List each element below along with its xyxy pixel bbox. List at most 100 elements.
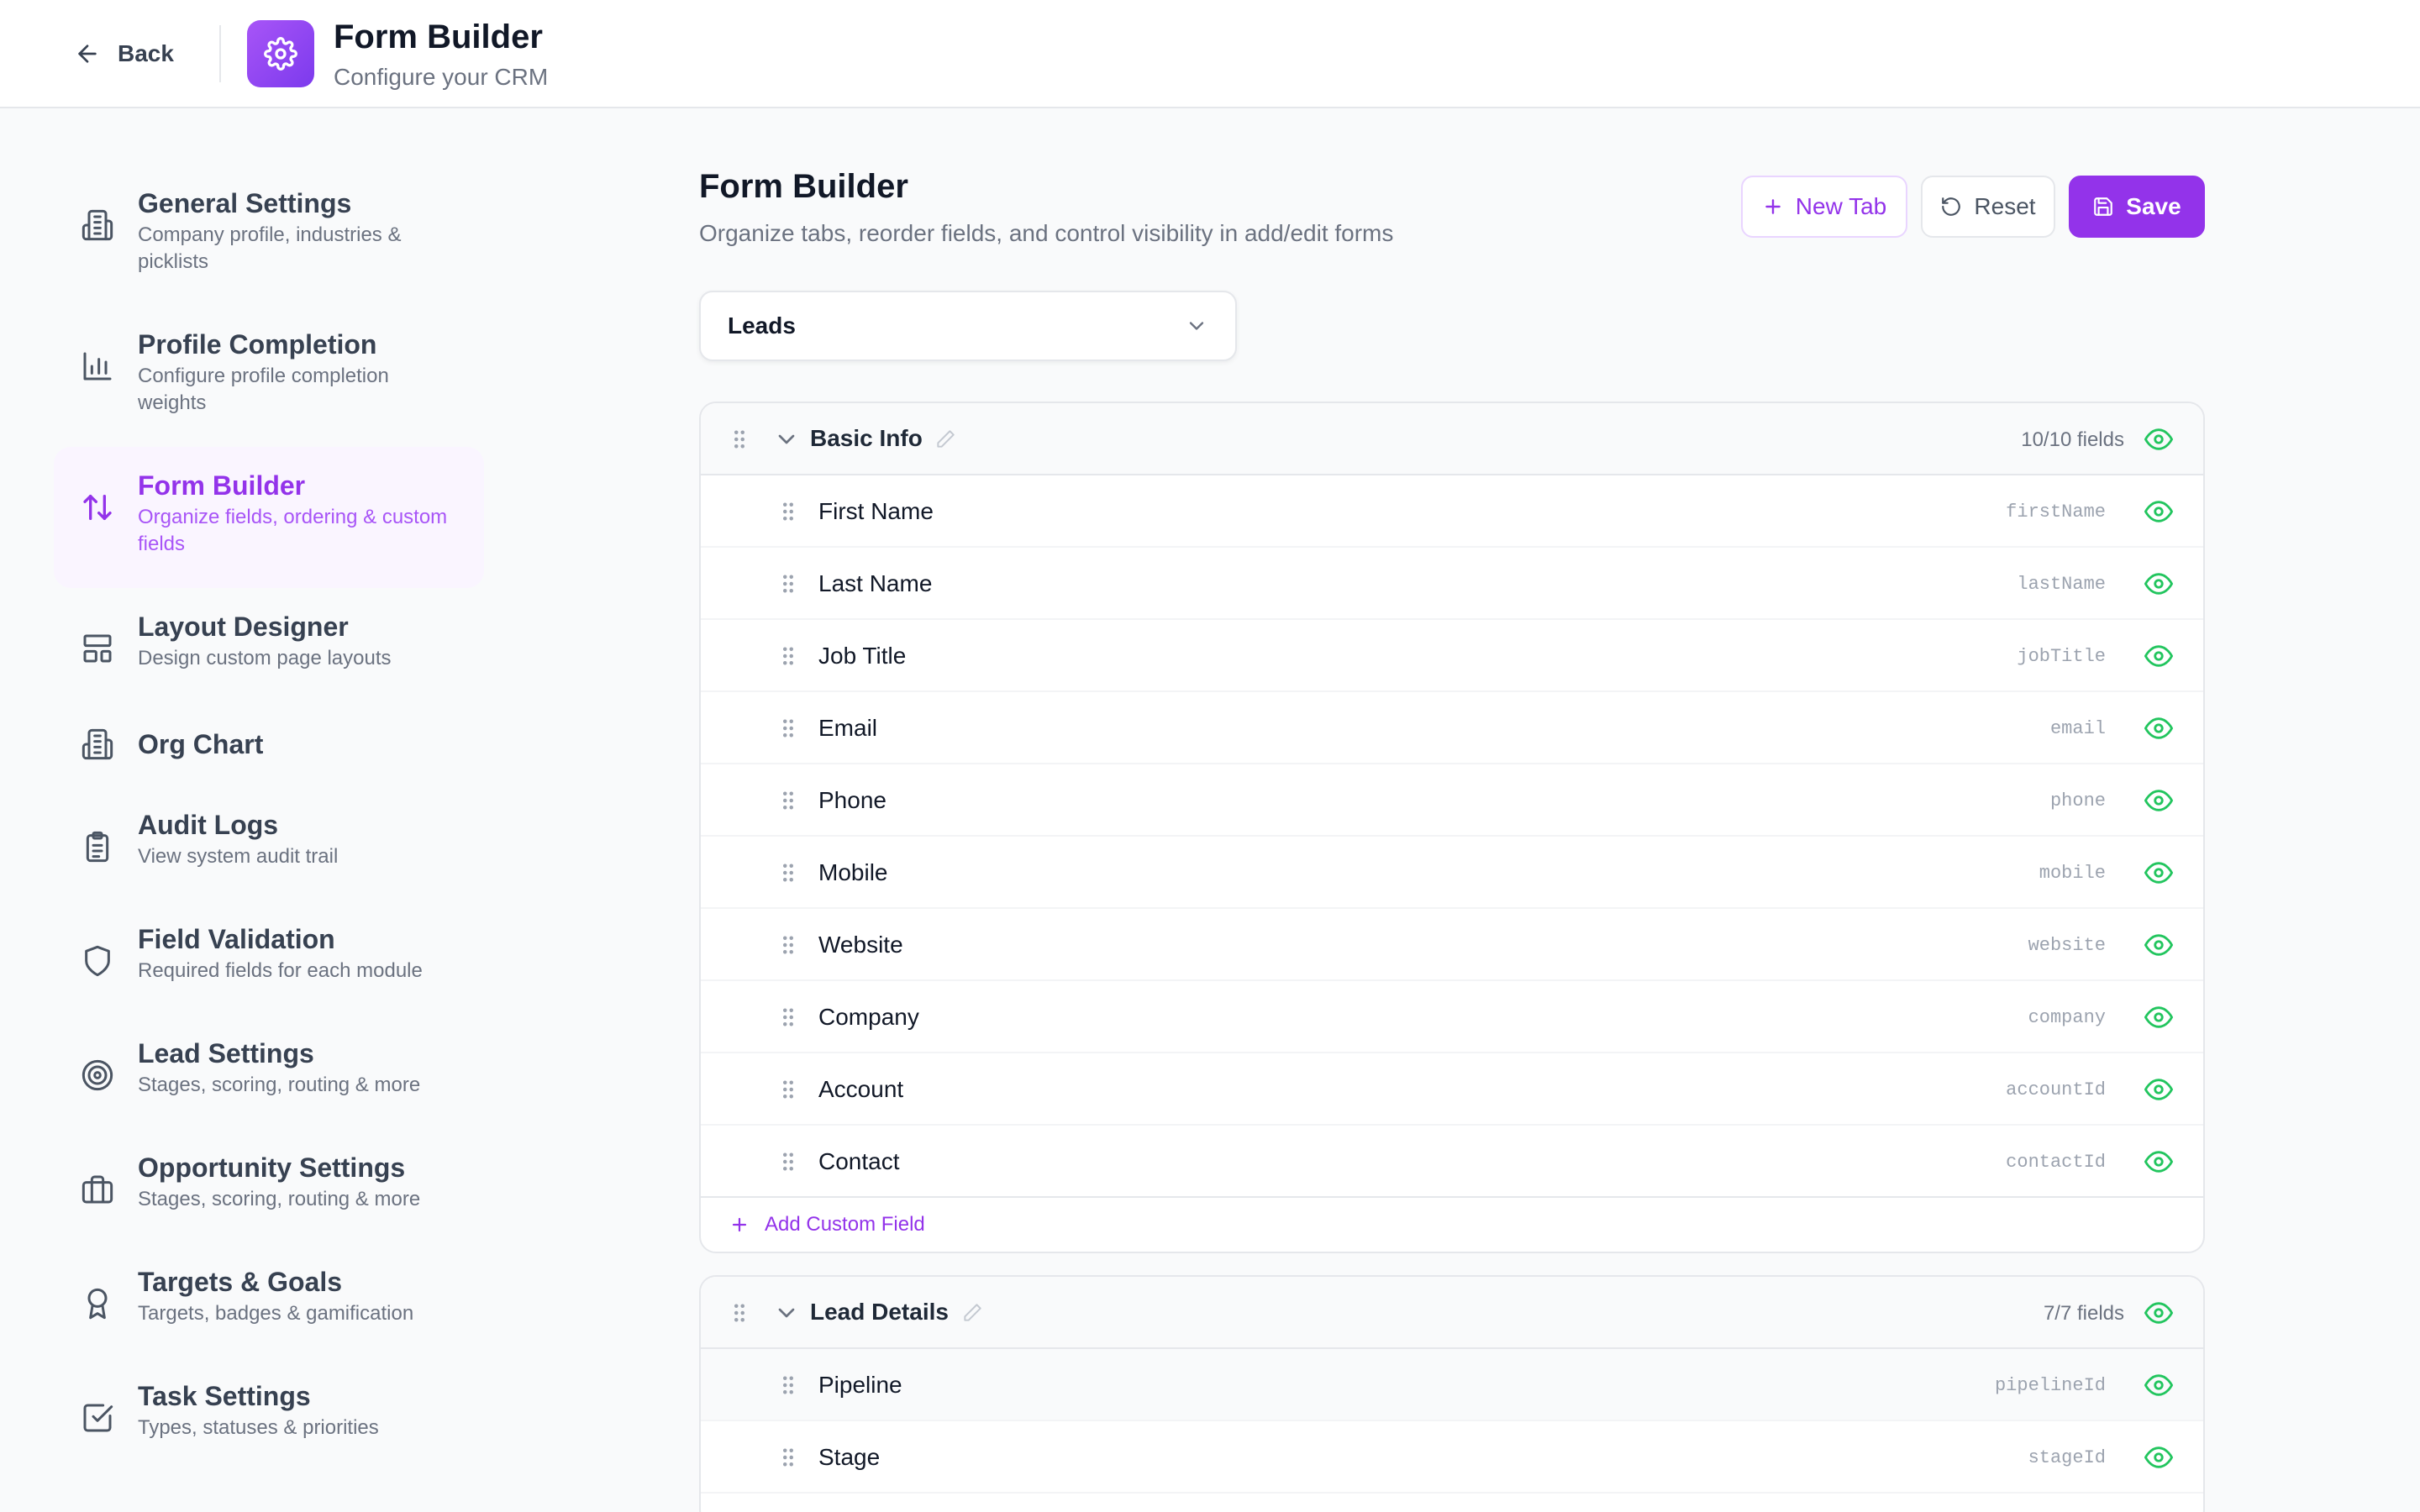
eye-icon[interactable] — [2144, 1075, 2173, 1104]
field-key: phone — [2049, 790, 2106, 811]
save-button[interactable]: Save — [2069, 176, 2205, 238]
app-title: Form Builder — [334, 18, 543, 55]
sidebar-item-lead-settings[interactable]: Lead Settings Stages, scoring, routing &… — [54, 1015, 484, 1129]
drag-handle-icon[interactable] — [781, 790, 795, 811]
building-icon — [82, 728, 113, 760]
check-square-icon — [83, 1404, 113, 1432]
sidebar-item-org-chart[interactable]: Org Chart — [54, 702, 484, 786]
save-icon — [2094, 197, 2113, 216]
rotate-ccw-icon — [1942, 197, 1961, 216]
sidebar-item-desc: Stages, scoring, routing & more — [138, 1188, 421, 1210]
eye-icon[interactable] — [2144, 1147, 2173, 1176]
field-count: 7/7 fields — [2043, 1302, 2124, 1325]
field-label: Pipeline — [818, 1372, 902, 1398]
drag-handle-icon[interactable] — [781, 1079, 795, 1100]
sidebar-item-profile-completion[interactable]: Profile Completion Configure profile com… — [54, 306, 484, 447]
form-section-basic-info: Basic Info 10/10 fields First Name first… — [699, 402, 2205, 1253]
field-key: accountId — [2006, 1079, 2106, 1100]
sidebar-item-layout-designer[interactable]: Layout Designer Design custom page layou… — [54, 588, 484, 702]
drag-handle-icon[interactable] — [781, 718, 795, 738]
sidebar-item-title: Profile Completion — [138, 329, 377, 360]
field-row-job-title: Job Title jobTitle — [701, 620, 2203, 692]
chevron-down-icon[interactable] — [773, 426, 800, 453]
clipboard-list-icon — [86, 831, 109, 863]
add-custom-field-label: Add Custom Field — [765, 1213, 925, 1236]
sidebar-item-targets-goals[interactable]: Targets & Goals Targets, badges & gamifi… — [54, 1243, 484, 1357]
eye-icon[interactable] — [2144, 931, 2173, 959]
sidebar-item-form-builder[interactable]: Form Builder Organize fields, ordering &… — [54, 447, 484, 588]
new-tab-button[interactable]: New Tab — [1741, 176, 1907, 238]
new-tab-label: New Tab — [1795, 193, 1887, 219]
gear-icon — [264, 37, 297, 71]
back-button[interactable]: Back — [74, 32, 174, 76]
settings-sidebar: General Settings Company profile, indust… — [54, 165, 484, 1472]
field-row-phone: Phone phone — [701, 764, 2203, 837]
back-label: Back — [118, 40, 174, 66]
field-key: company — [2028, 1007, 2106, 1028]
sidebar-item-desc: Company profile, industries & picklists — [138, 223, 402, 273]
eye-icon[interactable] — [2144, 1003, 2173, 1032]
field-label: Last Name — [818, 570, 933, 596]
sidebar-item-title: Opportunity Settings — [138, 1152, 406, 1183]
pencil-icon[interactable] — [961, 1302, 983, 1324]
field-row-company: Company company — [701, 981, 2203, 1053]
sidebar-item-task-settings[interactable]: Task Settings Types, statuses & prioriti… — [54, 1357, 484, 1472]
field-label: Email — [818, 715, 878, 741]
field-row-last-name: Last Name lastName — [701, 548, 2203, 620]
drag-handle-icon[interactable] — [781, 501, 795, 522]
chevron-down-icon[interactable] — [773, 1299, 800, 1326]
field-label: Company — [818, 1004, 919, 1030]
field-label: Mobile — [818, 859, 888, 885]
sidebar-item-title: General Settings — [138, 188, 352, 218]
field-key: firstName — [2006, 501, 2106, 522]
divider — [219, 25, 221, 82]
eye-icon[interactable] — [2144, 570, 2173, 598]
field-row-first-name: First Name firstName — [701, 475, 2203, 548]
plus-icon — [1765, 199, 1781, 214]
sidebar-item-desc: Configure profile completion weights — [138, 365, 389, 414]
add-custom-field-button[interactable]: Add Custom Field — [701, 1198, 2203, 1252]
drag-handle-icon[interactable] — [781, 574, 795, 594]
field-row-mobile: Mobile mobile — [701, 837, 2203, 909]
arrow-left-icon — [78, 45, 97, 63]
field-label: First Name — [818, 498, 934, 524]
sidebar-item-desc: Design custom page layouts — [138, 647, 392, 669]
drag-handle-icon[interactable] — [733, 429, 746, 449]
pencil-icon[interactable] — [934, 428, 956, 450]
eye-icon[interactable] — [2144, 1371, 2173, 1399]
drag-handle-icon[interactable] — [733, 1303, 746, 1323]
field-label: Job Title — [818, 643, 907, 669]
eye-icon[interactable] — [2144, 497, 2173, 526]
drag-handle-icon[interactable] — [781, 1152, 795, 1172]
drag-handle-icon[interactable] — [781, 1375, 795, 1395]
sidebar-item-title: Task Settings — [138, 1381, 311, 1411]
sidebar-item-opportunity-settings[interactable]: Opportunity Settings Stages, scoring, ro… — [54, 1129, 484, 1243]
sidebar-item-general-settings[interactable]: General Settings Company profile, indust… — [54, 165, 484, 306]
field-label: Contact — [818, 1148, 900, 1174]
eye-icon[interactable] — [2144, 786, 2173, 815]
eye-icon[interactable] — [2144, 1443, 2173, 1472]
drag-handle-icon[interactable] — [781, 646, 795, 666]
drag-handle-icon[interactable] — [781, 1007, 795, 1027]
field-key: mobile — [2039, 863, 2106, 884]
sidebar-item-field-validation[interactable]: Field Validation Required fields for eac… — [54, 900, 484, 1015]
eye-icon[interactable] — [2144, 1299, 2173, 1327]
drag-handle-icon[interactable] — [781, 935, 795, 955]
eye-icon[interactable] — [2144, 425, 2173, 454]
reset-button[interactable]: Reset — [1921, 176, 2055, 238]
sidebar-item-desc: Stages, scoring, routing & more — [138, 1074, 421, 1096]
eye-icon[interactable] — [2144, 642, 2173, 670]
field-label: Website — [818, 932, 903, 958]
eye-icon[interactable] — [2144, 714, 2173, 743]
module-select-value: Leads — [728, 312, 796, 339]
chevron-down-icon — [1189, 322, 1204, 330]
sidebar-item-audit-logs[interactable]: Audit Logs View system audit trail — [54, 786, 484, 900]
module-select[interactable]: Leads — [699, 291, 1237, 361]
building-icon — [82, 209, 113, 241]
sidebar-item-desc: Targets, badges & gamification — [138, 1302, 414, 1325]
eye-icon[interactable] — [2144, 858, 2173, 887]
field-label: Phone — [818, 787, 886, 813]
field-key: lastName — [2017, 574, 2106, 595]
drag-handle-icon[interactable] — [781, 1447, 795, 1467]
drag-handle-icon[interactable] — [781, 863, 795, 883]
